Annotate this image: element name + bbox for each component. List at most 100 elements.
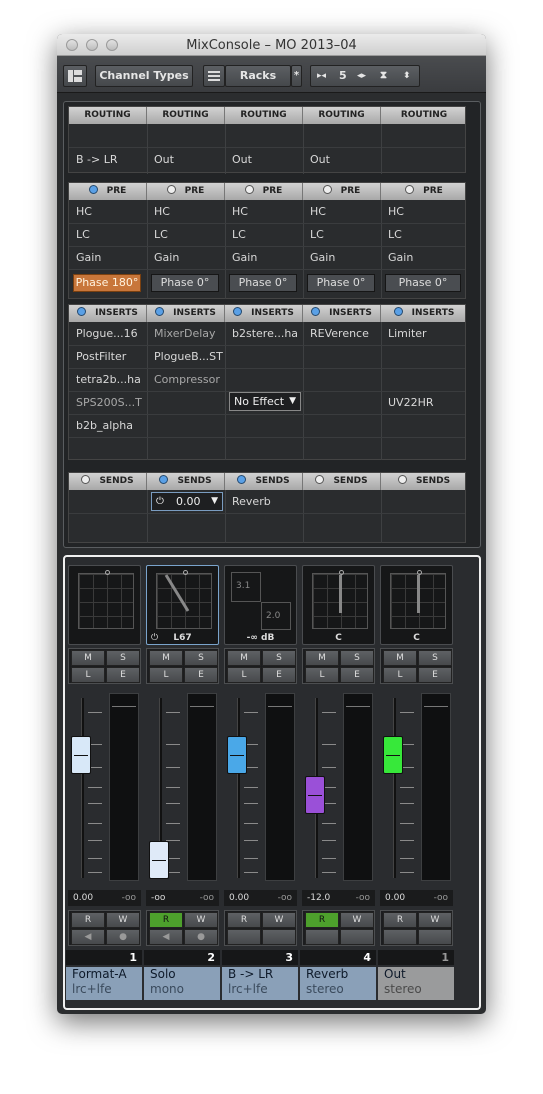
inserts-power-icon[interactable] (233, 307, 243, 316)
insert-slot-3-1[interactable]: b2stere...ha (225, 323, 303, 345)
record-icon[interactable]: ● (184, 929, 218, 945)
read-automation-button[interactable]: R (71, 912, 105, 928)
volume-fader[interactable] (224, 693, 297, 883)
peak-value[interactable]: -oo (122, 890, 136, 906)
channel-name-box[interactable]: Reverb stereo (300, 967, 376, 1000)
pre-gain-2[interactable]: Gain (147, 247, 225, 269)
volume-value[interactable]: 0.00 (73, 890, 93, 906)
write-automation-button[interactable]: W (418, 912, 452, 928)
mute-button[interactable]: M (149, 650, 183, 666)
channel-name-box[interactable]: Solo mono (144, 967, 220, 1000)
send-destination[interactable]: Reverb (225, 491, 303, 513)
listen-button[interactable]: L (305, 667, 339, 683)
vertical-zoom-icon[interactable]: ⧗ (380, 66, 387, 86)
routing-output-1[interactable]: B -> LR (69, 149, 147, 171)
insert-slot-1-2[interactable]: PostFilter (69, 346, 147, 368)
inserts-power-icon[interactable] (393, 307, 403, 316)
sends-power-icon[interactable] (237, 475, 247, 484)
panner-display[interactable]: C (380, 565, 453, 645)
pre-hc-1[interactable]: HC (69, 201, 147, 223)
volume-value[interactable]: 0.00 (229, 890, 249, 906)
zoom-left-icon[interactable]: ▸◂ (317, 66, 326, 86)
insert-slot-2-1[interactable]: MixerDelay (147, 323, 225, 345)
phase-button-3[interactable]: Phase 0° (229, 274, 297, 292)
record-icon[interactable]: ● (106, 929, 140, 945)
record-icon[interactable] (418, 929, 452, 945)
write-automation-button[interactable]: W (340, 912, 374, 928)
pre-lc-5[interactable]: LC (381, 224, 467, 246)
routing-output-3[interactable]: Out (225, 149, 303, 171)
pre-power-icon[interactable] (405, 185, 415, 194)
write-automation-button[interactable]: W (106, 912, 140, 928)
pre-gain-5[interactable]: Gain (381, 247, 467, 269)
channel-types-button[interactable]: Channel Types (95, 65, 193, 87)
listen-button[interactable]: L (149, 667, 183, 683)
panner-display[interactable] (68, 565, 141, 645)
pre-gain-3[interactable]: Gain (225, 247, 303, 269)
fader-cap[interactable] (383, 736, 403, 774)
read-automation-button[interactable]: R (305, 912, 339, 928)
insert-slot-1-3[interactable]: tetra2b...ha (69, 369, 147, 391)
solo-button[interactable]: S (184, 650, 218, 666)
listen-button[interactable]: L (383, 667, 417, 683)
insert-slot-1-5[interactable]: b2b_alpha (69, 415, 147, 437)
peak-value[interactable]: -oo (278, 890, 292, 906)
panner-display[interactable]: ⏻ L67 (146, 565, 219, 645)
volume-fader[interactable] (68, 693, 141, 883)
monitor-icon[interactable] (383, 929, 417, 945)
racks-menu-icon[interactable] (203, 65, 225, 87)
phase-button-1[interactable]: Phase 180° (73, 274, 141, 292)
pre-lc-1[interactable]: LC (69, 224, 147, 246)
routing-output-4[interactable]: Out (303, 149, 381, 171)
pre-hc-2[interactable]: HC (147, 201, 225, 223)
volume-value[interactable]: 0.00 (385, 890, 405, 906)
sends-power-icon[interactable] (81, 475, 91, 484)
inserts-power-icon[interactable] (77, 307, 87, 316)
pre-lc-2[interactable]: LC (147, 224, 225, 246)
phase-button-5[interactable]: Phase 0° (385, 274, 461, 292)
pre-gain-4[interactable]: Gain (303, 247, 381, 269)
mute-button[interactable]: M (227, 650, 261, 666)
edit-button[interactable]: E (340, 667, 374, 683)
record-icon[interactable] (262, 929, 296, 945)
racks-options-button[interactable]: * (291, 65, 302, 87)
channel-name-box[interactable]: Out stereo (378, 967, 454, 1000)
write-automation-button[interactable]: W (262, 912, 296, 928)
volume-fader[interactable] (146, 693, 219, 883)
monitor-icon[interactable]: ◀ (71, 929, 105, 945)
pre-gain-1[interactable]: Gain (69, 247, 147, 269)
monitor-icon[interactable] (227, 929, 261, 945)
fader-cap[interactable] (71, 736, 91, 774)
insert-slot-1-1[interactable]: Plogue...16 (69, 323, 147, 345)
pre-lc-4[interactable]: LC (303, 224, 381, 246)
fader-cap[interactable] (149, 841, 169, 879)
power-icon[interactable]: ⏻ (156, 493, 164, 510)
monitor-icon[interactable] (305, 929, 339, 945)
insert-slot-5-1[interactable]: Limiter (381, 323, 467, 345)
insert-slot-2-2[interactable]: PlogueB...ST (147, 346, 225, 368)
panner-display[interactable]: 3.1 2.0 -∞ dB (224, 565, 297, 645)
solo-button[interactable]: S (340, 650, 374, 666)
mute-button[interactable]: M (383, 650, 417, 666)
inserts-power-icon[interactable] (155, 307, 165, 316)
fader-cap[interactable] (227, 736, 247, 774)
sends-power-icon[interactable] (315, 475, 325, 484)
edit-button[interactable]: E (262, 667, 296, 683)
edit-button[interactable]: E (106, 667, 140, 683)
listen-button[interactable]: L (227, 667, 261, 683)
volume-value[interactable]: -12.0 (307, 890, 330, 906)
panner-display[interactable]: C (302, 565, 375, 645)
phase-button-4[interactable]: Phase 0° (307, 274, 375, 292)
sends-power-icon[interactable] (397, 475, 407, 484)
phase-button-2[interactable]: Phase 0° (151, 274, 219, 292)
racks-button[interactable]: Racks (225, 65, 291, 87)
insert-slot-4-1[interactable]: REVerence (303, 323, 381, 345)
pre-hc-5[interactable]: HC (381, 201, 467, 223)
record-icon[interactable] (340, 929, 374, 945)
listen-button[interactable]: L (71, 667, 105, 683)
edit-button[interactable]: E (184, 667, 218, 683)
solo-button[interactable]: S (418, 650, 452, 666)
fader-cap[interactable] (305, 776, 325, 814)
volume-fader[interactable] (302, 693, 375, 883)
mute-button[interactable]: M (71, 650, 105, 666)
